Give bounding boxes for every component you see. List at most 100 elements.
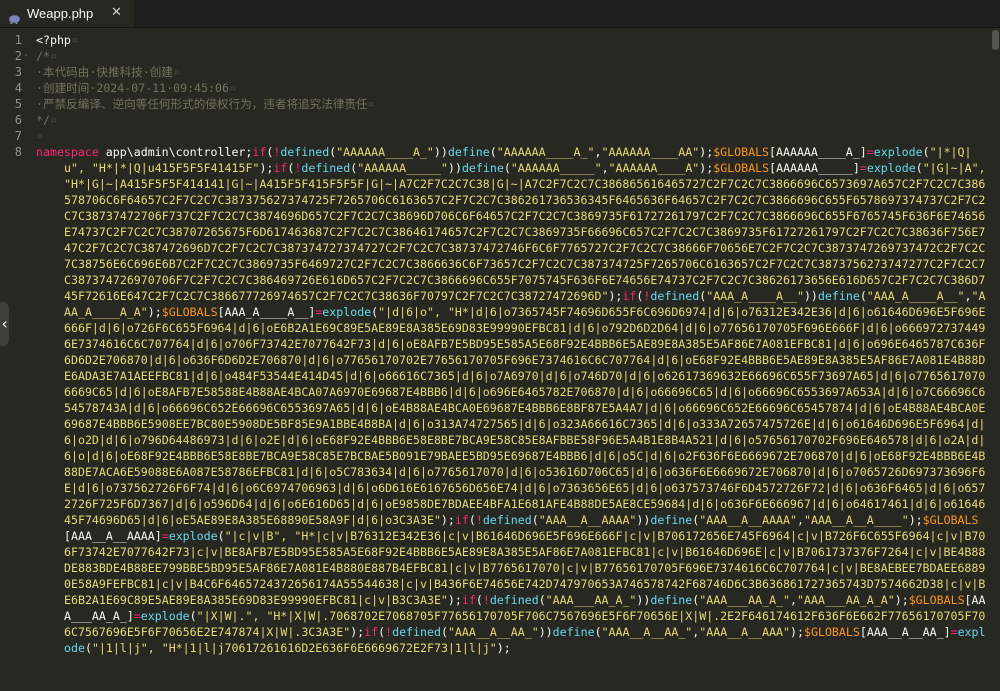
code-token: (: [538, 593, 546, 607]
function-token: define: [650, 513, 693, 527]
function-token: explode: [873, 145, 923, 159]
string-token: "AAA__A__AA_": [447, 625, 539, 639]
code-token: [AAA__A__AAAA]: [64, 529, 162, 543]
code-token: );: [350, 625, 365, 639]
operator-token: !: [482, 593, 490, 607]
comment-text: /*: [36, 49, 50, 63]
code-token: ,: [797, 513, 804, 527]
code-token: );: [496, 641, 511, 655]
line-number: 7: [14, 129, 22, 143]
keyword-token: namespace: [36, 145, 99, 159]
code-token: );: [699, 145, 714, 159]
code-token: (: [468, 513, 476, 527]
chevron-left-icon[interactable]: ‹: [0, 302, 10, 346]
code-token: ,: [601, 161, 609, 175]
function-token: explode: [140, 609, 190, 623]
code-token: )): [636, 593, 651, 607]
line-number: 2: [14, 49, 22, 63]
tab-bar: Weapp.php ✕: [0, 0, 1000, 28]
string-token: "AAA__A__AAA": [699, 625, 791, 639]
function-token: explode: [866, 161, 916, 175]
code-token: )): [636, 513, 651, 527]
line-number: 8: [14, 145, 22, 159]
code-token: ,: [964, 289, 972, 303]
keyword-token: if: [364, 625, 379, 639]
code-token: );: [699, 161, 714, 175]
vertical-scrollbar[interactable]: [992, 28, 1000, 691]
function-token: defined: [650, 289, 700, 303]
code-token: [AAAAAA____A_]: [769, 145, 867, 159]
tab-title: Weapp.php: [27, 6, 94, 21]
comment-text: ·本代码由·快推科技·创建: [36, 65, 173, 79]
code-token: app\admin\controller;: [98, 145, 253, 159]
code-token: );: [790, 625, 804, 639]
code-editor[interactable]: <?php¤ /*¤ ·本代码由·快推科技·创建 ¤ ·创建时间·2024-07-…: [36, 28, 992, 691]
string-token: "AAA___AA_A_A": [797, 593, 895, 607]
php-open-tag: <?php: [36, 33, 71, 47]
function-token: define: [817, 289, 860, 303]
keyword-token: if: [273, 161, 288, 175]
comment-text: */: [36, 113, 50, 127]
code-token: );: [259, 161, 274, 175]
code-line: ·创建时间·2024-07-11·09:45:06¤: [36, 81, 236, 95]
string-token: "AAAAAA____A_": [336, 145, 434, 159]
scrollbar-thumb[interactable]: [992, 30, 999, 50]
keyword-token: if: [622, 289, 637, 303]
function-token: defined: [280, 145, 330, 159]
function-token: defined: [482, 513, 532, 527]
elephant-icon: [8, 9, 21, 24]
string-token: "|G|~|A", "H*|G|~|A415F5F5F414141|G|~|A4…: [64, 161, 992, 303]
string-token: "AAAAAA____AA": [601, 145, 700, 159]
string-token: "|1|l|j", "H*|1|l|j70617261616D2E636F6E6…: [91, 641, 497, 655]
code-token: (: [859, 289, 867, 303]
keyword-token: if: [252, 145, 267, 159]
line-number: 5: [14, 97, 22, 111]
variable-token: $GLOBALS: [713, 161, 770, 175]
line-number: 4: [14, 81, 22, 95]
code-token: (: [489, 145, 497, 159]
code-token: )): [538, 625, 553, 639]
function-token: explode: [168, 529, 218, 543]
line-number: 3: [14, 65, 22, 79]
string-token: "AAA___AA_A_": [699, 593, 791, 607]
code-token: )): [803, 289, 818, 303]
comment-text: ·创建时间·2024-07-11·09:45:06: [36, 81, 229, 95]
variable-token: $GLOBALS: [908, 593, 965, 607]
operator-token: =: [859, 161, 867, 175]
code-line: /*¤: [36, 49, 57, 63]
code-token: );: [440, 513, 455, 527]
function-token: explode: [322, 305, 372, 319]
operator-token: =: [133, 609, 141, 623]
code-line: */¤: [36, 113, 57, 127]
fold-marker-icon[interactable]: -: [23, 48, 29, 64]
function-token: defined: [301, 161, 351, 175]
code-token: (: [503, 161, 511, 175]
string-token: "AAAAAA____A": [608, 161, 700, 175]
code-token: (: [84, 641, 92, 655]
code-line: <?php¤: [36, 33, 78, 47]
code-token: (: [531, 513, 539, 527]
keyword-token: if: [454, 513, 469, 527]
close-icon[interactable]: ✕: [111, 5, 122, 20]
code-line: ¤: [36, 129, 43, 143]
function-token: defined: [489, 593, 539, 607]
code-token: (: [217, 529, 225, 543]
code-token: )): [433, 145, 448, 159]
code-token: [AAA_A____A__]: [217, 305, 316, 319]
variable-token: $GLOBALS: [713, 145, 770, 159]
function-token: defined: [392, 625, 441, 639]
code-token: ,: [790, 593, 797, 607]
string-token: "AAA__A__AAAA": [538, 513, 637, 527]
operator-token: =: [161, 529, 169, 543]
tab-weapp-php[interactable]: Weapp.php ✕: [0, 0, 134, 27]
code-token: );: [147, 305, 162, 319]
comment-text: ·严禁反编译、逆向等任何形式的侵权行为，违者将追究法律责任: [36, 97, 368, 111]
code-token: (: [440, 625, 448, 639]
code-token: (: [915, 161, 923, 175]
line-number: 6: [14, 113, 22, 127]
code-token: [AAAAAA_____]: [769, 161, 860, 175]
code-token: [AAA__A__AA_]: [859, 625, 951, 639]
variable-token: $GLOBALS: [804, 625, 860, 639]
code-token: (: [189, 609, 197, 623]
operator-token: !: [475, 513, 483, 527]
